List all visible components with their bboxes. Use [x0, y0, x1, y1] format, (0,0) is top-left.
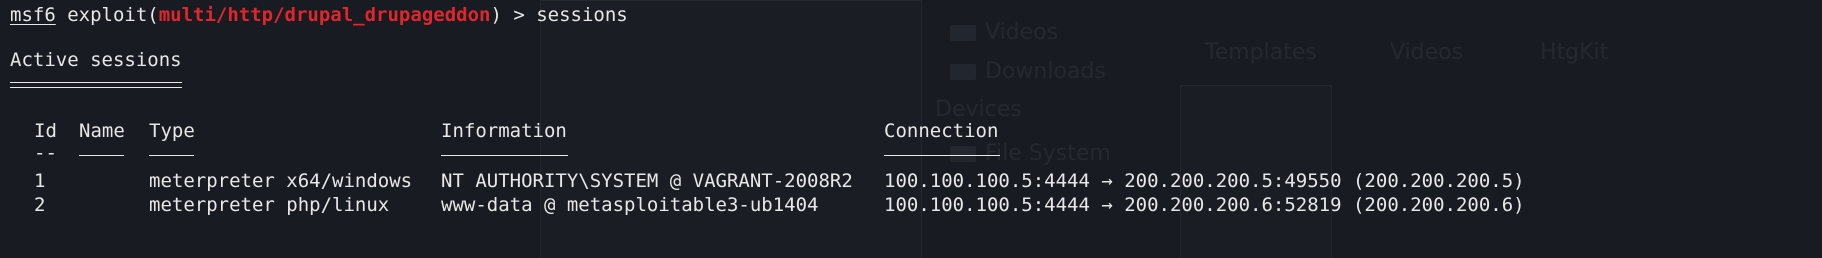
- session-type: meterpreter x64/windows: [149, 170, 413, 192]
- column-rule-name: [79, 155, 124, 156]
- prompt-line: msf6 exploit(multi/http/drupal_drupagedd…: [10, 3, 628, 27]
- column-header-type: Type: [149, 120, 195, 142]
- column-rule-information: [441, 155, 568, 156]
- column-rule-connection: [884, 155, 1000, 156]
- session-information: www-data @ metasploitable3-ub1404: [441, 194, 819, 216]
- session-connection: 100.100.100.5:4444 → 200.200.200.6:52819…: [884, 194, 1525, 216]
- session-connection: 100.100.100.5:4444 → 200.200.200.5:49550…: [884, 170, 1525, 192]
- heading-underline: [10, 82, 182, 88]
- session-id: 1: [34, 170, 46, 192]
- column-header-connection: Connection: [884, 120, 999, 142]
- session-id: 2: [34, 194, 46, 216]
- prompt-exploit-open: exploit(: [55, 4, 159, 26]
- session-information: NT AUTHORITY\SYSTEM @ VAGRANT-2008R2: [441, 170, 853, 192]
- column-header-information: Information: [441, 120, 567, 142]
- prompt-msf: msf6: [10, 4, 56, 26]
- column-rule-id: --: [34, 142, 57, 164]
- prompt-module: multi/http/drupal_drupageddon: [158, 4, 491, 26]
- column-rule-type: [149, 155, 194, 156]
- terminal-output: msf6 exploit(multi/http/drupal_drupagedd…: [10, 0, 1822, 258]
- column-header-id: Id: [34, 120, 57, 142]
- sessions-heading: Active sessions: [10, 49, 182, 71]
- prompt-command: sessions: [536, 4, 628, 26]
- session-type: meterpreter php/linux: [149, 194, 390, 216]
- column-header-name: Name: [79, 120, 125, 142]
- prompt-exploit-close: ) >: [490, 4, 537, 26]
